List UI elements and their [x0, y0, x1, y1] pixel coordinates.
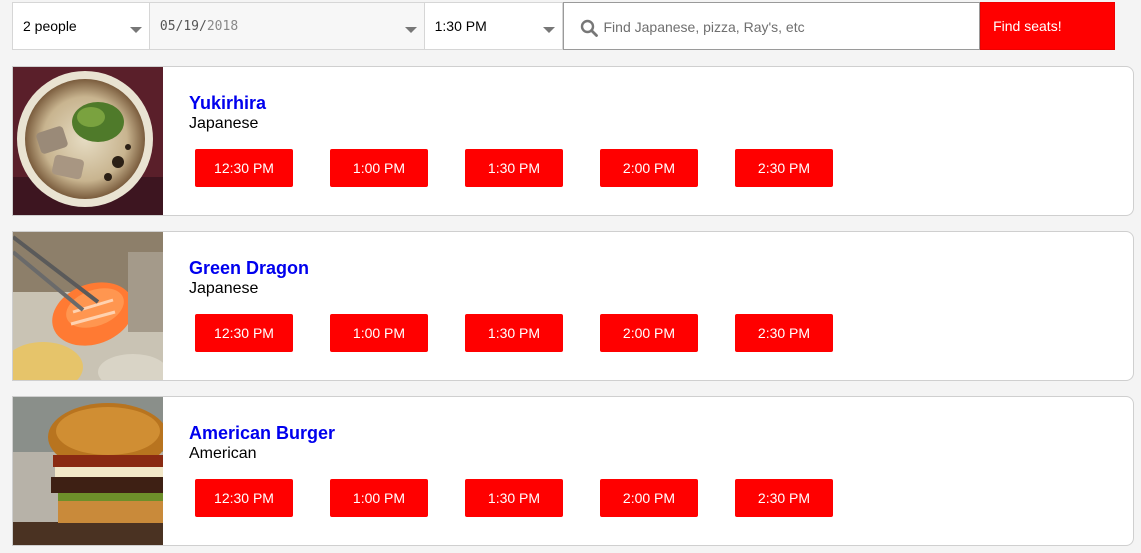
chevron-down-icon — [542, 27, 555, 33]
restaurant-photo-burger — [13, 397, 163, 545]
time-slot-button[interactable]: 12:30 PM — [195, 479, 293, 517]
restaurant-card: Green Dragon Japanese 12:30 PM 1:00 PM 1… — [12, 231, 1134, 381]
restaurant-cuisine: American — [189, 445, 257, 462]
reservation-search-bar: 2 people 05/19/2018 1:30 PM Find seats! — [12, 2, 1115, 50]
time-slot-button[interactable]: 12:30 PM — [195, 149, 293, 187]
restaurant-name-link[interactable]: Yukirhira — [189, 93, 266, 114]
restaurant-photo-sushi — [13, 232, 163, 380]
time-slot-button[interactable]: 2:00 PM — [600, 149, 698, 187]
date-year: 2018 — [206, 18, 239, 34]
search-icon — [580, 19, 598, 37]
time-select[interactable]: 1:30 PM — [424, 2, 563, 50]
time-slot-button[interactable]: 12:30 PM — [195, 314, 293, 352]
restaurant-photo-ramen — [13, 67, 163, 215]
time-slot-button[interactable]: 1:00 PM — [330, 314, 428, 352]
time-slot-button[interactable]: 2:00 PM — [600, 479, 698, 517]
time-value: 1:30 PM — [434, 18, 487, 34]
time-slot-button[interactable]: 1:30 PM — [465, 314, 563, 352]
time-slot-button[interactable]: 1:30 PM — [465, 149, 563, 187]
time-slot-list: 12:30 PM 1:00 PM 1:30 PM 2:00 PM 2:30 PM — [195, 314, 870, 352]
party-size-value: 2 people — [23, 18, 77, 34]
time-slot-list: 12:30 PM 1:00 PM 1:30 PM 2:00 PM 2:30 PM — [195, 479, 870, 517]
restaurant-name-link[interactable]: Green Dragon — [189, 258, 309, 279]
time-slot-button[interactable]: 2:30 PM — [735, 314, 833, 352]
time-slot-button[interactable]: 1:30 PM — [465, 479, 563, 517]
restaurant-cuisine: Japanese — [189, 115, 259, 132]
restaurant-name-link[interactable]: American Burger — [189, 423, 335, 444]
time-slot-button[interactable]: 1:00 PM — [330, 149, 428, 187]
restaurant-cuisine: Japanese — [189, 280, 259, 297]
search-input[interactable] — [603, 15, 964, 39]
date-value: 05/19/2018 — [150, 19, 238, 34]
time-slot-list: 12:30 PM 1:00 PM 1:30 PM 2:00 PM 2:30 PM — [195, 149, 870, 187]
date-month-day: 05/19/ — [159, 18, 207, 34]
party-size-select[interactable]: 2 people — [12, 2, 150, 50]
time-slot-button[interactable]: 2:30 PM — [735, 479, 833, 517]
date-picker[interactable]: 05/19/2018 — [149, 2, 425, 50]
time-slot-button[interactable]: 2:00 PM — [600, 314, 698, 352]
time-slot-button[interactable]: 1:00 PM — [330, 479, 428, 517]
restaurant-card: American Burger American 12:30 PM 1:00 P… — [12, 396, 1134, 546]
time-slot-button[interactable]: 2:30 PM — [735, 149, 833, 187]
chevron-down-icon — [129, 27, 142, 33]
find-seats-button[interactable]: Find seats! — [980, 2, 1115, 50]
chevron-down-icon — [404, 27, 417, 33]
restaurant-search-field[interactable] — [562, 2, 981, 50]
restaurant-card: Yukirhira Japanese 12:30 PM 1:00 PM 1:30… — [12, 66, 1134, 216]
